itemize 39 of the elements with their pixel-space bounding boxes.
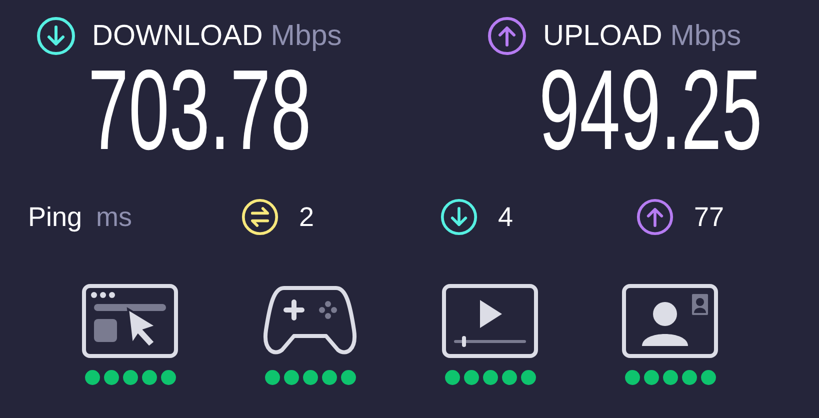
ping-label: Ping	[28, 202, 82, 232]
rating-dot	[464, 370, 478, 385]
rating-dot	[84, 370, 100, 385]
unit-label: ms	[96, 202, 132, 232]
ping-value: 4	[498, 202, 514, 232]
rating-dot	[302, 370, 318, 385]
rating-dot	[122, 370, 138, 385]
rating-dot	[160, 370, 176, 385]
rating-dot	[682, 370, 696, 385]
rating-dot	[444, 370, 460, 385]
upload-icon	[636, 198, 674, 236]
video-call-icon	[622, 284, 718, 360]
speed-label: DOWNLOAD	[92, 20, 263, 52]
rating-dot	[322, 370, 336, 385]
rating-dot	[502, 370, 516, 385]
speed-label: UPLOAD	[543, 20, 662, 52]
rating-dot	[662, 370, 678, 385]
arrows-icon	[241, 198, 279, 236]
rating-dot	[142, 370, 156, 385]
unit-label: Mbps	[670, 20, 742, 52]
ping-value: 77	[694, 202, 724, 232]
speed-value: 949.25	[539, 68, 762, 176]
rating-dot	[624, 370, 640, 385]
rating-dot	[104, 370, 118, 385]
rating-dot	[482, 370, 498, 385]
rating-dot	[700, 370, 716, 385]
unit-label: Mbps	[270, 20, 342, 52]
ping-value: 2	[299, 202, 314, 232]
video-player-icon	[442, 284, 538, 360]
download-icon	[36, 16, 76, 56]
rating-dot	[284, 370, 298, 385]
upload-icon	[487, 16, 527, 56]
rating-dot	[520, 370, 536, 385]
speed-value: 703.78	[88, 68, 312, 176]
rating-dot	[644, 370, 658, 385]
rating-dot	[264, 370, 280, 385]
download-icon	[440, 198, 478, 236]
browser-cursor-icon	[82, 284, 178, 360]
rating-dot	[340, 370, 356, 385]
